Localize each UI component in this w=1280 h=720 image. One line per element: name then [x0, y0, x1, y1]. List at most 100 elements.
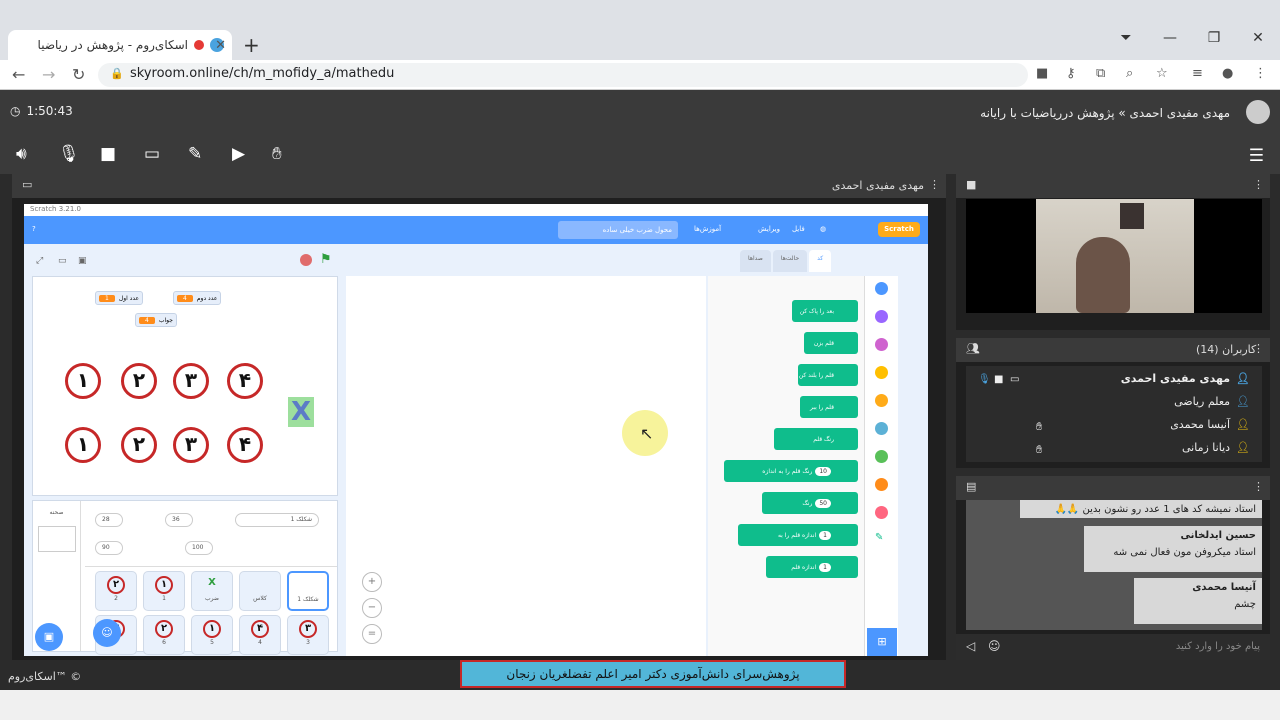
- category-sound[interactable]: [875, 338, 888, 351]
- choose-backdrop-icon[interactable]: ▣: [35, 623, 63, 651]
- zoom-out-icon[interactable]: −: [362, 598, 382, 618]
- pen-extension-icon[interactable]: ✎: [875, 532, 883, 543]
- user-item[interactable]: 👤︎ معلم ریاضی: [1174, 395, 1250, 408]
- digit-sprite[interactable]: ۲: [121, 363, 157, 399]
- pen-block[interactable]: بعد را پاک کن: [792, 300, 858, 322]
- pen-icon[interactable]: ✎: [188, 144, 202, 164]
- panel-menu-icon[interactable]: ⋮: [929, 178, 940, 191]
- sprite-thumb[interactable]: ۲2: [95, 571, 137, 611]
- code-workspace[interactable]: ↖ + − =: [346, 276, 706, 656]
- menu-file[interactable]: فایل: [792, 225, 805, 233]
- sprite-thumb-selected[interactable]: شکلک 1: [287, 571, 329, 611]
- block-value[interactable]: 1: [819, 562, 831, 572]
- sprite-thumb[interactable]: X ضرب: [191, 571, 233, 611]
- pen-block[interactable]: رنگ قلم را به اندازه 10: [724, 460, 858, 482]
- speaker-icon[interactable]: 🔊︎: [16, 144, 27, 164]
- media-play-icon[interactable]: ▶: [232, 144, 245, 164]
- sprite-thumb[interactable]: ۱1: [143, 571, 185, 611]
- add-extension-icon[interactable]: ⊞: [867, 628, 897, 656]
- user-item[interactable]: 👤︎ آنیسا محمدی: [1170, 418, 1250, 431]
- sprite-thumb[interactable]: ۲6: [143, 615, 185, 655]
- raise-hand-icon[interactable]: ✋︎: [272, 144, 282, 164]
- close-tab-icon[interactable]: ✕: [215, 38, 226, 53]
- pen-block[interactable]: قلم بزن: [804, 332, 858, 354]
- digit-sprite[interactable]: ۱: [65, 363, 101, 399]
- direction-input[interactable]: 90: [95, 541, 123, 555]
- back-icon[interactable]: ←: [12, 65, 25, 84]
- url-bar[interactable]: 🔒 skyroom.online/ch/m_mofidy_a/mathedu: [98, 63, 1028, 87]
- pen-block[interactable]: اندازه قلم را به 1: [738, 524, 858, 546]
- category-variables[interactable]: [875, 478, 888, 491]
- zoom-icon[interactable]: ⌕: [1126, 66, 1133, 81]
- more-icon[interactable]: ⋮: [1254, 66, 1267, 81]
- video-panel-menu-icon[interactable]: ⋮: [1253, 178, 1264, 191]
- zoom-reset-icon[interactable]: =: [362, 624, 382, 644]
- menu-edit[interactable]: ویرایش: [758, 225, 780, 233]
- sprite-thumb[interactable]: ۴4: [239, 615, 281, 655]
- block-value[interactable]: 50: [815, 498, 831, 508]
- category-operators[interactable]: [875, 450, 888, 463]
- category-sensing[interactable]: [875, 422, 888, 435]
- screen-share-icon[interactable]: ▭: [144, 144, 160, 164]
- bookmark-star-icon[interactable]: ☆: [1156, 66, 1168, 81]
- globe-icon[interactable]: ◍: [820, 225, 826, 233]
- size-input[interactable]: 100: [185, 541, 213, 555]
- sprite-thumb[interactable]: کلاس: [239, 571, 281, 611]
- pen-block[interactable]: قلم را بلند کن: [798, 364, 858, 386]
- y-input[interactable]: 28: [95, 513, 123, 527]
- send-icon[interactable]: ◁: [966, 639, 975, 653]
- camera-permission-icon[interactable]: ■: [1036, 66, 1048, 81]
- pen-block[interactable]: رنگ 50: [762, 492, 858, 514]
- forward-icon[interactable]: →: [42, 65, 55, 84]
- category-events[interactable]: [875, 366, 888, 379]
- multiply-sprite[interactable]: X: [288, 397, 314, 427]
- profile-icon[interactable]: ●: [1222, 66, 1233, 81]
- users-panel-menu-icon[interactable]: ⋮: [1253, 342, 1264, 355]
- block-value[interactable]: 1: [819, 530, 831, 540]
- restore-icon[interactable]: ❐: [1192, 30, 1236, 46]
- emoji-icon[interactable]: ☺: [988, 639, 1001, 653]
- digit-sprite[interactable]: ۲: [121, 427, 157, 463]
- minimize-icon[interactable]: —: [1148, 30, 1192, 46]
- browser-tab[interactable]: اسکای‌روم - پژوهش در ریاضیا ✕: [8, 30, 232, 60]
- tab-sounds[interactable]: صداها: [740, 250, 771, 272]
- digit-sprite[interactable]: ۳: [173, 427, 209, 463]
- chat-panel-menu-icon[interactable]: ⋮: [1253, 480, 1264, 493]
- small-stage-icon[interactable]: ▭: [58, 256, 67, 266]
- sprite-thumb[interactable]: ۳3: [287, 615, 329, 655]
- profile-menu-icon[interactable]: ⏷: [1104, 30, 1148, 46]
- camera-icon[interactable]: ■: [100, 144, 116, 164]
- chat-input[interactable]: پیام خود را وارد کنید ◁ ☺: [956, 634, 1270, 660]
- translate-icon[interactable]: ⧉: [1096, 66, 1105, 81]
- category-looks[interactable]: [875, 310, 888, 323]
- user-item[interactable]: 👤︎ مهدی مفیدی احمدی: [1121, 372, 1250, 385]
- sprite-name-input[interactable]: شکلک 1: [235, 513, 319, 527]
- sprite-thumb[interactable]: ۱5: [191, 615, 233, 655]
- project-title-input[interactable]: محول ضرب خیلی ساده: [558, 221, 678, 239]
- reload-icon[interactable]: ↻: [72, 65, 85, 84]
- category-control[interactable]: [875, 394, 888, 407]
- close-window-icon[interactable]: ✕: [1236, 30, 1280, 46]
- digit-sprite[interactable]: ۴: [227, 363, 263, 399]
- new-tab-icon[interactable]: +: [243, 33, 260, 57]
- fullscreen-icon[interactable]: ⤢: [36, 256, 43, 266]
- category-my-blocks[interactable]: [875, 506, 888, 519]
- pen-block[interactable]: قلم را ببر: [800, 396, 858, 418]
- x-input[interactable]: 36: [165, 513, 193, 527]
- choose-sprite-icon[interactable]: ☺: [93, 619, 121, 647]
- digit-sprite[interactable]: ۱: [65, 427, 101, 463]
- microphone-icon[interactable]: 🎙︎: [58, 144, 80, 164]
- pen-block[interactable]: اندازه قلم 1: [766, 556, 858, 578]
- menu-tutorials[interactable]: آموزش‌ها: [694, 225, 721, 233]
- zoom-in-icon[interactable]: +: [362, 572, 382, 592]
- tab-code[interactable]: کد: [809, 250, 832, 272]
- green-flag-icon[interactable]: ⚑: [320, 252, 332, 267]
- tab-costumes[interactable]: حالت‌ها: [772, 250, 808, 272]
- large-stage-icon[interactable]: ▣: [78, 256, 87, 266]
- avatar[interactable]: [1246, 100, 1270, 124]
- user-item[interactable]: 👤︎ دیانا زمانی: [1182, 441, 1250, 454]
- hamburger-menu-icon[interactable]: ☰: [1249, 146, 1264, 166]
- block-value[interactable]: 10: [815, 466, 831, 476]
- help-icon[interactable]: ?: [32, 225, 36, 233]
- digit-sprite[interactable]: ۴: [227, 427, 263, 463]
